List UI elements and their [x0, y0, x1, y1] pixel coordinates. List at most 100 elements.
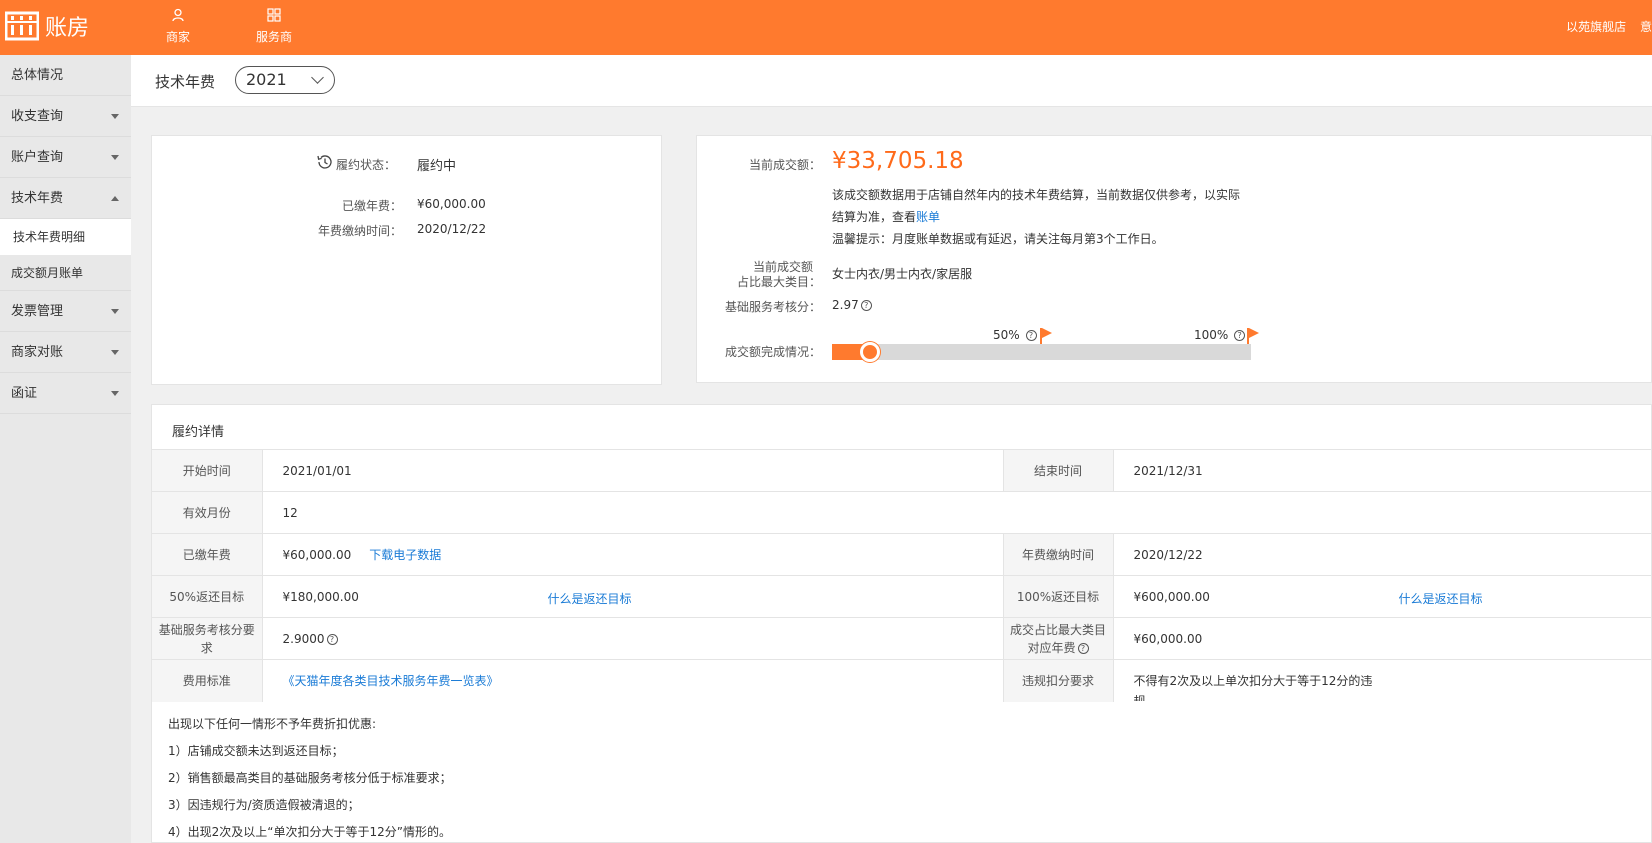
chevron-down-icon [311, 71, 324, 84]
score-req-cell: 2.9000? [262, 617, 1004, 660]
status-card: 履约状态： 履约中 已缴年费： ¥60,000.00 年费缴纳时间： 2020/… [151, 135, 662, 385]
penalty-label: 违规扣分要求 [1003, 659, 1114, 702]
help-icon[interactable]: ? [860, 300, 872, 311]
bill-link[interactable]: 账单 [916, 210, 940, 224]
cat-fee-label-line2: 对应年费 [1027, 640, 1076, 655]
nav-provider[interactable]: 服务商 [244, 8, 304, 45]
sidebar-item-account[interactable]: 账户查询 [0, 137, 131, 178]
sidebar-item-invoice[interactable]: 发票管理 [0, 291, 131, 332]
score-req-value: 2.9000 [282, 631, 325, 646]
target-50-value: ¥180,000.00 [282, 589, 359, 604]
top-right: 以苑旗舰店 意 [1566, 18, 1652, 35]
nav-merchant[interactable]: 商家 [148, 8, 208, 45]
pay-date-label: 年费缴纳时间： [317, 224, 402, 238]
months-value: 12 [262, 491, 1652, 534]
cat-fee-label-line1: 成交占比最大类目 [1009, 622, 1106, 637]
page-title: 技术年费 [155, 73, 216, 91]
sidebar-item-overview[interactable]: 总体情况 [0, 55, 131, 96]
flag-100-icon [1247, 328, 1259, 344]
sidebar: 总体情况 收支查询 账户查询 技术年费 技术年费明细 成交额月账单 发票管理 商… [0, 55, 131, 843]
top-right-cut[interactable]: 意 [1640, 20, 1652, 34]
cat-fee-value: ¥60,000.00 [1113, 617, 1652, 660]
year-select[interactable]: 2021 [235, 66, 335, 94]
score-value: 2.97 [832, 298, 859, 312]
category-value: 女士内衣/男士内衣/家居服 [832, 267, 973, 281]
help-icon[interactable]: ? [326, 633, 338, 645]
chevron-down-icon [111, 114, 119, 119]
start-value: 2021/01/01 [262, 449, 1004, 492]
sidebar-item-label: 收支查询 [11, 109, 64, 124]
sidebar-item-confirmation[interactable]: 函证 [0, 373, 131, 414]
score-value-wrap: 2.97? [832, 298, 872, 312]
logo[interactable]: 账房 [4, 10, 89, 42]
progress-bar [832, 342, 1251, 362]
mark-50-label: 50% [993, 328, 1020, 342]
sidebar-item-reconcile[interactable]: 商家对账 [0, 332, 131, 373]
end-label: 结束时间 [1003, 449, 1114, 492]
pay-date-label: 年费缴纳时间 [1003, 533, 1114, 576]
table-row: 开始时间 2021/01/01 结束时间 2021/12/31 [152, 449, 1652, 492]
sidebar-subitem-label: 技术年费明细 [13, 230, 86, 244]
abacus-icon [4, 11, 40, 41]
table-row: 有效月份 12 [152, 491, 1652, 534]
table-row: 50%返还目标 ¥180,000.00 什么是返还目标 100%返还目标 ¥600… [152, 575, 1652, 618]
paid-fee-label: 已缴年费： [341, 199, 402, 213]
sidebar-subitem-tech-fee-detail[interactable]: 技术年费明细 [0, 219, 131, 255]
flag-50-icon [1040, 328, 1052, 344]
user-icon [148, 8, 208, 26]
chevron-up-icon [111, 196, 119, 201]
help-icon[interactable]: ? [1234, 330, 1246, 341]
help-icon[interactable]: ? [1025, 330, 1037, 341]
note-line: 出现以下任何一情形不予年费折扣优惠: [168, 717, 377, 731]
nav-provider-label: 服务商 [255, 30, 292, 44]
sidebar-subitem-monthly-bill[interactable]: 成交额月账单 [0, 255, 131, 291]
note-line: 2）销售额最高类目的基础服务考核分低于标准要求； [168, 771, 452, 785]
note-line: 4）出现2次及以上“单次扣分大于等于12分”情形的。 [168, 825, 451, 839]
months-label: 有效月份 [152, 491, 263, 534]
what-is-target-link[interactable]: 什么是返还目标 [1399, 590, 1483, 607]
what-is-target-link[interactable]: 什么是返还目标 [548, 590, 632, 607]
pay-date-value: 2020/12/22 [417, 222, 487, 236]
penalty-cell: 不得有2次及以上单次扣分大于等于12分的违规 [1113, 659, 1652, 702]
grid-icon [244, 8, 304, 26]
chevron-down-icon [111, 391, 119, 396]
detail-title: 履约详情 [172, 425, 225, 440]
target-50-label: 50%返还目标 [152, 575, 263, 618]
detail-table: 开始时间 2021/01/01 结束时间 2021/12/31 有效月份 12 … [152, 449, 1652, 702]
mark-50-wrap: 50% ? [993, 328, 1037, 342]
year-select-value: 2021 [246, 70, 287, 89]
note-line: 3）因违规行为/资质造假被清退的； [168, 798, 360, 812]
penalty-value-line1: 不得有2次及以上单次扣分大于等于12分的违 [1133, 674, 1373, 689]
target-100-label: 100%返还目标 [1003, 575, 1114, 618]
score-req-label: 基础服务考核分要求 [152, 617, 263, 660]
chevron-down-icon [111, 309, 119, 314]
standard-cell: 《天猫年度各类目技术服务年费一览表》 [262, 659, 1004, 702]
download-data-link[interactable]: 下载电子数据 [369, 548, 441, 562]
pay-date-value: 2020/12/22 [1113, 533, 1652, 576]
help-icon[interactable]: ? [1077, 642, 1089, 654]
start-label: 开始时间 [152, 449, 263, 492]
paid-fee-value: ¥60,000.00 [282, 548, 352, 562]
store-name[interactable]: 以苑旗舰店 [1566, 20, 1626, 34]
sidebar-item-label: 总体情况 [11, 68, 64, 83]
status-value: 履约中 [417, 159, 457, 174]
current-amount-value: ¥33,705.18 [832, 148, 964, 174]
score-label: 基础服务考核分： [724, 300, 821, 314]
progress-knob [860, 342, 880, 362]
category-label-line2: 占比最大类目： [736, 275, 821, 289]
fee-standard-link[interactable]: 《天猫年度各类目技术服务年费一览表》 [283, 674, 499, 688]
sidebar-item-tech-fee[interactable]: 技术年费 [0, 178, 131, 219]
paid-fee-label: 已缴年费 [152, 533, 263, 576]
top-bar: 账房 商家 服务商 以苑旗舰店 意 [0, 0, 1652, 55]
sidebar-item-label: 发票管理 [11, 304, 64, 319]
cat-fee-label: 成交占比最大类目对应年费? [1003, 617, 1114, 660]
discount-notes: 出现以下任何一情形不予年费折扣优惠: 1）店铺成交额未达到返还目标； 2）销售额… [168, 711, 452, 843]
target-50-cell: ¥180,000.00 什么是返还目标 [262, 575, 1004, 618]
contract-detail-card: 履约详情 开始时间 2021/01/01 结束时间 2021/12/31 有效月… [151, 404, 1652, 843]
amount-note-prefix: 结算为准，查看 [832, 210, 917, 224]
note-line: 1）店铺成交额未达到返还目标； [168, 744, 344, 758]
reminder-note: 温馨提示：月度账单数据或有延迟，请关注每月第3个工作日。 [832, 232, 1164, 246]
sidebar-item-income[interactable]: 收支查询 [0, 96, 131, 137]
score-req-label-line1: 基础服务考核分要 [158, 622, 255, 637]
sidebar-item-label: 商家对账 [11, 345, 64, 360]
